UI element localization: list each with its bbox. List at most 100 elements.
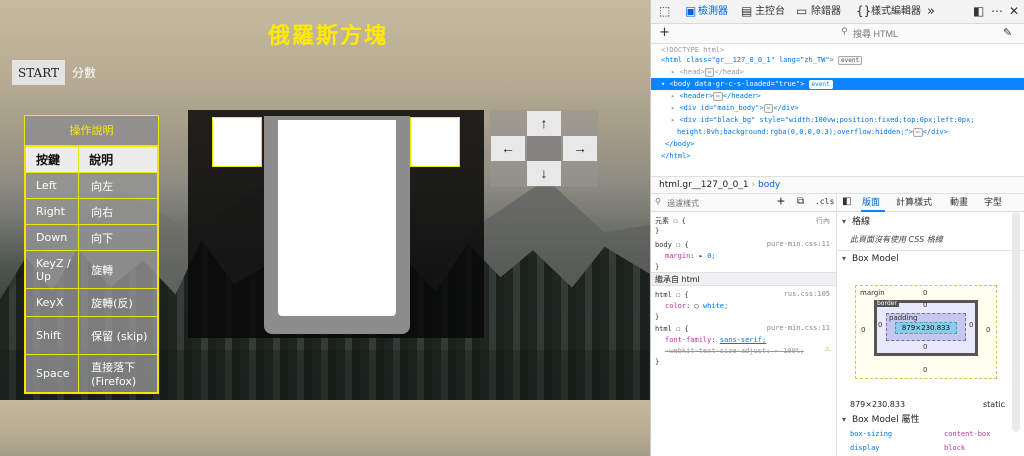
scrollbar[interactable]: [1012, 212, 1020, 432]
margin-top-value[interactable]: 0: [923, 289, 927, 297]
hold-piece-box: [212, 117, 262, 167]
tab-debugger[interactable]: 除錯器: [811, 0, 841, 24]
key-cell: Shift: [24, 316, 80, 355]
table-row: KeyX 旋轉(反): [24, 288, 158, 317]
playfield: [278, 120, 396, 316]
rule-source-link[interactable]: rus.css:105: [784, 290, 830, 298]
start-button[interactable]: START: [12, 60, 65, 85]
inherited-section-head: 繼承自 html: [651, 272, 836, 286]
style-editor-icon[interactable]: {}: [856, 4, 871, 18]
eyedropper-icon[interactable]: ✎: [1003, 26, 1012, 39]
left-arrow-button[interactable]: ←: [491, 136, 525, 161]
breadcrumb-html[interactable]: html.gr__127_0_0_1: [659, 180, 749, 190]
breadcrumb: html.gr__127_0_0_1 › body: [651, 176, 1024, 194]
border-right-value[interactable]: 0: [969, 321, 973, 329]
webkit-declaration[interactable]: -webkit-text-size-adjust: ▸ 100%;: [665, 346, 804, 356]
debugger-icon[interactable]: ▭: [796, 4, 807, 18]
markup-body-node[interactable]: ▾ <body data-gr-c-s-loaded="true"> event: [651, 78, 1024, 90]
inspector-icon[interactable]: ▣: [685, 4, 696, 18]
game-title: 俄羅斯方塊: [268, 23, 389, 49]
rules-pane: ⚲ + ⧉ .cls 元素 ☐ { 行內 } body ☐ { pure-min…: [651, 194, 837, 456]
border-bottom-value[interactable]: 0: [923, 343, 927, 351]
padding-box: padding 879×230.833: [886, 313, 966, 341]
margin-declaration[interactable]: margin: ▸ 0;: [665, 251, 716, 261]
sidebar-toggle-icon[interactable]: ◧: [842, 196, 851, 207]
lower-backdrop: [0, 400, 650, 456]
tab-console[interactable]: 主控台: [755, 0, 785, 24]
devtools-toolbar: ⬚ ▣ 檢測器 ▤ 主控台 ▭ 除錯器 {} 樣式編輯器 » ◧ ⋯ ✕: [651, 0, 1024, 24]
key-cell: Space: [24, 354, 80, 393]
instructions-table: 按鍵 說明 Left 向左 Right 向右 Down 向下 KeyZ / Up…: [24, 146, 158, 393]
markup-main-body-node[interactable]: ▸ <div id="main_body"> ⋯ </div>: [651, 102, 1024, 114]
right-arrow-button[interactable]: →: [563, 136, 597, 161]
options-icon[interactable]: ⋯: [991, 4, 1003, 18]
search-html-input[interactable]: [839, 26, 989, 42]
markup-header-node[interactable]: ▸ <header> ⋯ </header>: [651, 90, 1024, 102]
key-cell: Right: [24, 198, 80, 225]
body-rule: body ☐ {: [655, 241, 689, 249]
tab-animations[interactable]: 動畫: [950, 194, 968, 212]
close-icon[interactable]: ✕: [1009, 4, 1019, 18]
rule-source-link[interactable]: pure-min.css:11: [767, 240, 830, 248]
box-model-section-head[interactable]: Box Model: [838, 250, 1024, 267]
rules-toolbar: ⚲ + ⧉ .cls: [651, 194, 836, 212]
table-row: Space 直接落下 (Firefox): [24, 354, 158, 393]
prop-value: block: [944, 444, 966, 452]
element-picker-icon[interactable]: ⬚: [659, 4, 670, 18]
margin-left-value[interactable]: 0: [861, 326, 865, 334]
grid-section-head[interactable]: 格線: [838, 214, 1024, 230]
more-tabs-button[interactable]: »: [927, 0, 935, 24]
markup-black-bg-node-cont[interactable]: height:0vh;background:rgba(0,0,0,0.3);ov…: [651, 126, 1024, 138]
color-declaration[interactable]: color: ◯ white;: [665, 301, 728, 311]
box-model-props-head[interactable]: Box Model 屬性: [838, 412, 1024, 428]
devtools-panel: ⬚ ▣ 檢測器 ▤ 主控台 ▭ 除錯器 {} 樣式編輯器 » ◧ ⋯ ✕ + ⚲…: [650, 0, 1024, 456]
border-box: border 0 0 0 0 padding 879×230.833: [874, 300, 978, 356]
table-row: Left 向左: [24, 172, 158, 199]
html-rule: html ☐ {: [655, 291, 689, 299]
tab-fonts[interactable]: 字型: [984, 194, 1002, 212]
layout-pane: ◧ 版面 計算樣式 動畫 字型 格線 此頁面沒有使用 CSS 格線 Box Mo…: [838, 194, 1024, 456]
add-rule-icon[interactable]: +: [777, 194, 785, 209]
dpad-center: [527, 136, 561, 161]
tab-inspector[interactable]: 檢測器: [698, 0, 728, 24]
border-left-value[interactable]: 0: [878, 321, 882, 329]
padding-label: padding: [889, 314, 918, 322]
element-rule: 元素 ☐ {: [655, 217, 686, 225]
tab-computed[interactable]: 計算樣式: [896, 194, 932, 212]
filter-icon: ⚲: [655, 197, 661, 206]
next-piece-box: [410, 117, 460, 167]
table-row: Shift 保留 (skip): [24, 316, 158, 355]
key-cell: Left: [24, 172, 80, 199]
desc-cell: 直接落下 (Firefox): [78, 354, 158, 393]
margin-right-value[interactable]: 0: [986, 326, 990, 334]
tab-style-editor[interactable]: 樣式編輯器: [871, 0, 921, 24]
prop-value: content-box: [944, 430, 991, 438]
markup-black-bg-node[interactable]: ▸ <div id="black_bg" style="width:100vw;…: [651, 114, 1024, 126]
console-icon[interactable]: ▤: [741, 4, 752, 18]
down-arrow-button[interactable]: ↓: [527, 161, 561, 186]
key-cell: Down: [24, 224, 80, 251]
markup-toolbar: + ⚲ ✎: [651, 24, 1024, 44]
table-row: KeyZ / Up 旋轉: [24, 250, 158, 289]
toggle-pseudo-icon[interactable]: ⧉: [797, 196, 804, 207]
rule-source-link[interactable]: pure-min.css:11: [767, 324, 830, 332]
warning-icon: ⚠: [824, 344, 830, 354]
key-cell: KeyX: [24, 288, 80, 317]
border-top-value[interactable]: 0: [923, 301, 927, 309]
cls-toggle[interactable]: .cls: [815, 197, 834, 206]
breadcrumb-body[interactable]: body: [758, 180, 780, 190]
markup-html-node[interactable]: <html class="gr__127_0_0_1" lang="zh_TW"…: [651, 54, 1024, 66]
grid-message: 此頁面沒有使用 CSS 格線: [850, 235, 943, 244]
prop-name: box-sizing: [850, 430, 893, 438]
dock-icon[interactable]: ◧: [973, 4, 984, 18]
instructions-panel: 操作說明 按鍵 說明 Left 向左 Right 向右 Down 向下 KeyZ…: [24, 115, 159, 394]
element-position: static: [983, 400, 1005, 409]
filter-styles-input[interactable]: [667, 196, 767, 210]
markup-head-node[interactable]: ▸ <head> ⋯ </head>: [651, 66, 1024, 78]
margin-bottom-value[interactable]: 0: [923, 366, 927, 374]
up-arrow-button[interactable]: ↑: [527, 111, 561, 136]
add-node-icon[interactable]: +: [659, 25, 670, 40]
content-box-size: 879×230.833: [895, 322, 957, 334]
font-family-declaration[interactable]: font-family: sans-serif;: [665, 335, 766, 345]
inline-label: 行內: [816, 217, 830, 225]
